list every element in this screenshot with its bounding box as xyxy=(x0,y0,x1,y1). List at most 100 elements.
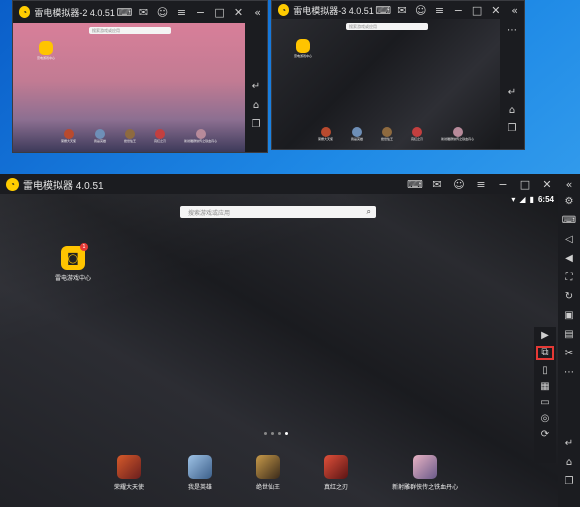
dock-app-5[interactable]: 新射雕群侠传之铁血丹心 xyxy=(392,455,458,491)
app-label: 新射雕群侠传之铁血丹心 xyxy=(184,139,218,143)
screenshot-icon[interactable]: ▣ xyxy=(558,310,580,321)
signal-icon: ◢ xyxy=(519,195,526,204)
minimize-icon[interactable]: − xyxy=(492,178,514,191)
volume-down-icon[interactable]: ◁ xyxy=(558,234,580,245)
dock-app-3[interactable]: 绝世仙王 xyxy=(256,455,280,491)
minimize-icon[interactable]: − xyxy=(449,4,468,17)
search-input[interactable]: 搜索游戏或应用 ⌕ xyxy=(180,206,376,218)
dock-app-2[interactable]: 我是英雄 xyxy=(188,455,212,491)
close-icon[interactable]: ✕ xyxy=(536,178,558,191)
window-2-titlebar[interactable]: ◔ 雷电模拟器-2 4.0.51 ⌨ ✉ ☺ ≡ − □ ✕ « xyxy=(13,1,267,23)
close-icon[interactable]: ✕ xyxy=(486,4,505,17)
search-input[interactable]: 搜索游戏或应用 xyxy=(346,23,428,30)
app-label: 荣耀大天使 xyxy=(61,139,77,143)
collapse-icon[interactable]: « xyxy=(558,178,580,191)
mail-icon[interactable]: ✉ xyxy=(393,4,412,17)
dock-app-2[interactable]: 我是英雄 xyxy=(94,129,106,143)
collapse-icon[interactable]: « xyxy=(505,4,524,17)
back-icon[interactable]: ↵ xyxy=(245,81,267,92)
menu-icon[interactable]: ≡ xyxy=(430,4,449,17)
dock-app-4[interactable]: 真红之刃 xyxy=(324,455,348,491)
dock-app-1[interactable]: 荣耀大天使 xyxy=(318,127,333,141)
recent-apps-icon[interactable]: ❐ xyxy=(245,119,267,130)
recent-apps-icon[interactable]: ❐ xyxy=(558,476,580,487)
app-dock: 荣耀大天使 我是英雄 绝世仙王 真红之刃 新射雕群侠传之铁血丹心 xyxy=(114,455,458,491)
dock-app-4[interactable]: 真红之刃 xyxy=(411,127,423,141)
sync-icon[interactable]: ⟳ xyxy=(534,429,556,440)
page-dot-active[interactable] xyxy=(285,432,288,435)
page-dot[interactable] xyxy=(278,432,281,435)
dock-app-1[interactable]: 荣耀大天使 xyxy=(61,129,76,143)
search-icon[interactable]: ⌕ xyxy=(367,207,376,217)
window-title: 雷电模拟器-2 4.0.51 xyxy=(34,7,115,18)
window-3-titlebar[interactable]: ◔ 雷电模拟器-3 4.0.51 ⌨ ✉ ☺ ≡ − □ ✕ « xyxy=(272,1,524,19)
dock-app-3[interactable]: 绝世仙王 xyxy=(381,127,393,141)
page-dot[interactable] xyxy=(271,432,274,435)
dock-app-5[interactable]: 新射雕群侠传之铁血丹心 xyxy=(441,127,474,141)
keymap-icon[interactable]: ▦ xyxy=(534,381,556,392)
menu-icon[interactable]: ≡ xyxy=(172,6,191,19)
back-icon[interactable]: ↵ xyxy=(558,438,580,449)
dock-app-1[interactable]: 荣耀大天使 xyxy=(114,455,144,491)
app-icon xyxy=(188,455,213,479)
android-screen[interactable]: 搜索游戏或应用 雷电游戏中心 荣耀大天使 我是英雄 绝世仙王 真红之刃 新射雕群… xyxy=(13,23,245,152)
dock-app-4[interactable]: 真红之刃 xyxy=(154,129,166,143)
back-icon[interactable]: ↵ xyxy=(500,87,524,98)
fullscreen-icon[interactable]: ⛶ xyxy=(558,272,580,283)
shake-icon[interactable]: ▯ xyxy=(534,365,556,376)
search-input[interactable]: 搜索游戏或应用 xyxy=(89,27,171,34)
app-label: 绝世仙王 xyxy=(124,139,137,143)
app-label: 真红之刃 xyxy=(411,137,424,141)
close-icon[interactable]: ✕ xyxy=(229,6,248,19)
game-center-icon xyxy=(296,39,310,53)
apk-icon[interactable]: ▤ xyxy=(558,329,580,340)
app-icon xyxy=(195,129,206,139)
app-icon xyxy=(320,127,331,137)
gamepad-icon[interactable]: ⌨ xyxy=(374,4,393,17)
app-icon xyxy=(125,129,136,139)
user-icon[interactable]: ☺ xyxy=(448,178,470,191)
app-label: 绝世仙王 xyxy=(381,137,394,141)
collapse-icon[interactable]: « xyxy=(248,6,267,19)
page-dot[interactable] xyxy=(264,432,267,435)
home-icon[interactable]: ⌂ xyxy=(558,457,580,468)
menu-icon[interactable]: ≡ xyxy=(470,178,492,191)
page-indicator xyxy=(264,432,288,435)
game-center-app[interactable]: 雷电游戏中心 xyxy=(37,41,55,60)
volume-up-icon[interactable]: ◀ xyxy=(558,253,580,264)
settings-icon[interactable]: ⚙ xyxy=(558,196,580,207)
user-icon[interactable]: ☺ xyxy=(153,6,172,19)
maximize-icon[interactable]: □ xyxy=(210,6,229,19)
dock-app-5[interactable]: 新射雕群侠传之铁血丹心 xyxy=(184,129,217,143)
location-icon[interactable]: ◎ xyxy=(534,413,556,424)
mail-icon[interactable]: ✉ xyxy=(134,6,153,19)
gamepad-icon[interactable]: ⌨ xyxy=(404,178,426,191)
game-center-app[interactable]: 雷电游戏中心 xyxy=(294,39,312,58)
maximize-icon[interactable]: □ xyxy=(468,4,487,17)
user-icon[interactable]: ☺ xyxy=(411,4,430,17)
cut-icon[interactable]: ✂ xyxy=(558,348,580,359)
game-center-app[interactable]: ◙ 1 雷电游戏中心 xyxy=(55,243,91,282)
dock-app-2[interactable]: 我是英雄 xyxy=(351,127,363,141)
recent-apps-icon[interactable]: ❐ xyxy=(500,123,524,134)
main-titlebar[interactable]: ◔ 雷电模拟器 4.0.51 ⌨ ✉ ☺ ≡ − □ ✕ « xyxy=(0,174,580,194)
minimize-icon[interactable]: − xyxy=(191,6,210,19)
rotate-icon[interactable]: ↻ xyxy=(558,291,580,302)
android-screen[interactable]: 搜索游戏或应用 雷电游戏中心 荣耀大天使 我是英雄 绝世仙王 真红之刃 新射雕群… xyxy=(272,19,502,149)
maximize-icon[interactable]: □ xyxy=(514,178,536,191)
record-icon[interactable]: ▶ xyxy=(534,330,556,341)
app-icon xyxy=(352,127,363,137)
dock-app-3[interactable]: 绝世仙王 xyxy=(124,129,136,143)
more-icon[interactable]: ⋯ xyxy=(500,25,524,36)
home-icon[interactable]: ⌂ xyxy=(500,105,524,116)
mail-icon[interactable]: ✉ xyxy=(426,178,448,191)
folder-icon[interactable]: ▭ xyxy=(534,397,556,408)
more-icon[interactable]: ⋯ xyxy=(558,367,580,378)
gamepad-icon[interactable]: ⌨ xyxy=(115,6,134,19)
status-clock: 6:54 xyxy=(537,195,554,204)
keyboard-icon[interactable]: ⌨ xyxy=(558,215,580,226)
emulator-main-window: ◔ 雷电模拟器 4.0.51 ⌨ ✉ ☺ ≡ − □ ✕ « ▾ ◢ ▮ 6:5… xyxy=(0,174,580,507)
multi-window-icon[interactable]: ⧉ xyxy=(536,346,554,360)
android-screen[interactable]: ▾ ◢ ▮ 6:54 搜索游戏或应用 ⌕ ◙ 1 雷电游戏中心 荣耀大天使 我是… xyxy=(0,194,558,507)
home-icon[interactable]: ⌂ xyxy=(245,100,267,111)
